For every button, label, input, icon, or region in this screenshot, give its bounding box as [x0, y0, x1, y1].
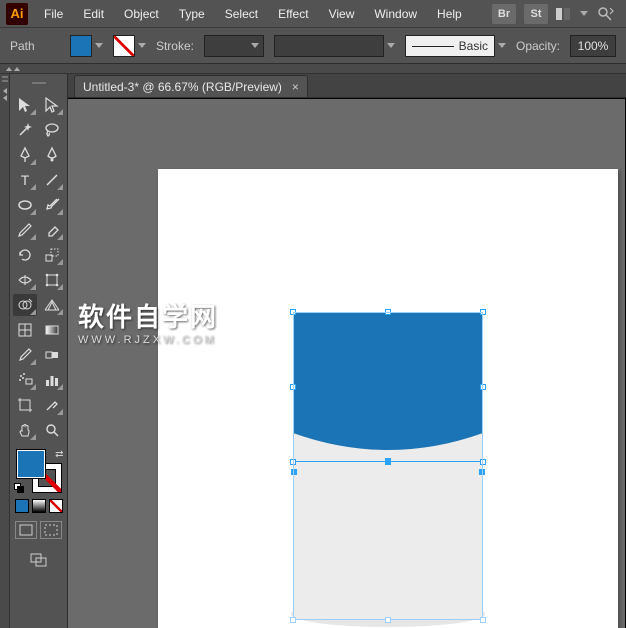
line-segment-tool[interactable]	[40, 169, 64, 191]
selection-type-label: Path	[10, 39, 35, 53]
paintbrush-tool[interactable]	[40, 194, 64, 216]
brush-definition[interactable]: Basic	[405, 35, 506, 57]
menu-select[interactable]: Select	[215, 3, 268, 25]
pen-tool[interactable]	[13, 144, 37, 166]
menu-object[interactable]: Object	[114, 3, 169, 25]
stock-badge[interactable]: St	[524, 4, 548, 24]
magic-wand-tool[interactable]	[13, 119, 37, 141]
tools-panel: T ⇄	[10, 74, 68, 628]
eraser-tool[interactable]	[40, 219, 64, 241]
selection-tool[interactable]	[13, 94, 37, 116]
blue-shape[interactable]	[293, 312, 483, 462]
artboard	[158, 169, 618, 628]
free-transform-tool[interactable]	[40, 269, 64, 291]
fill-stroke-indicator[interactable]: ⇄	[14, 449, 64, 493]
ellipse-tool[interactable]	[13, 194, 37, 216]
type-tool[interactable]: T	[13, 169, 37, 191]
search-icon[interactable]	[596, 5, 614, 23]
tools-panel-grip[interactable]	[14, 82, 63, 90]
document-area: Untitled-3* @ 66.67% (RGB/Preview) ×	[68, 74, 626, 628]
variable-width-profile[interactable]	[274, 35, 395, 57]
stroke-weight-field[interactable]	[204, 35, 264, 57]
direct-selection-tool[interactable]	[40, 94, 64, 116]
fill-swatch[interactable]	[70, 35, 103, 57]
symbol-sprayer-tool[interactable]	[13, 369, 37, 391]
bridge-badge[interactable]: Br	[492, 4, 516, 24]
draw-mode-behind[interactable]	[40, 521, 62, 539]
svg-text:T: T	[21, 172, 30, 188]
pencil-tool[interactable]	[13, 219, 37, 241]
swap-fill-stroke-icon[interactable]: ⇄	[55, 449, 63, 460]
shape-builder-tool[interactable]	[13, 294, 37, 316]
hand-tool[interactable]	[13, 419, 37, 441]
fill-color-swatch[interactable]	[16, 449, 46, 479]
lasso-tool[interactable]	[40, 119, 64, 141]
menu-window[interactable]: Window	[364, 3, 427, 25]
menu-file[interactable]: File	[34, 3, 73, 25]
opacity-label: Opacity:	[516, 39, 560, 53]
opacity-field[interactable]: 100%	[570, 35, 616, 57]
gradient-tool[interactable]	[40, 319, 64, 341]
scale-tool[interactable]	[40, 244, 64, 266]
close-tab-icon[interactable]: ×	[292, 80, 299, 94]
menu-effect[interactable]: Effect	[268, 3, 318, 25]
app-logo-icon: Ai	[6, 3, 28, 25]
rotate-tool[interactable]	[13, 244, 37, 266]
column-graph-tool[interactable]	[40, 369, 64, 391]
menu-bar: Ai File Edit Object Type Select Effect V…	[0, 0, 626, 28]
artboard-tool[interactable]	[13, 394, 37, 416]
arrange-documents-icon[interactable]	[556, 8, 570, 20]
main-area: T ⇄	[0, 74, 626, 628]
default-fill-stroke-icon[interactable]	[14, 483, 24, 493]
canvas[interactable]: 软件自学网 WWW.RJZXW.COM	[68, 98, 626, 628]
document-tab[interactable]: Untitled-3* @ 66.67% (RGB/Preview) ×	[74, 75, 308, 97]
blend-tool[interactable]	[40, 344, 64, 366]
stroke-swatch[interactable]	[113, 35, 146, 57]
panel-dock-collapse[interactable]	[0, 64, 626, 74]
menu-view[interactable]: View	[319, 3, 365, 25]
brush-name: Basic	[459, 39, 488, 53]
stroke-label: Stroke:	[156, 39, 194, 53]
color-mode-gradient[interactable]	[32, 499, 46, 513]
document-tab-title: Untitled-3* @ 66.67% (RGB/Preview)	[83, 80, 282, 94]
menu-help[interactable]: Help	[427, 3, 472, 25]
color-mode-solid[interactable]	[15, 499, 29, 513]
tools-dock-strip[interactable]	[0, 74, 10, 628]
zoom-tool[interactable]	[40, 419, 64, 441]
eyedropper-tool[interactable]	[13, 344, 37, 366]
perspective-grid-tool[interactable]	[40, 294, 64, 316]
document-tab-bar: Untitled-3* @ 66.67% (RGB/Preview) ×	[68, 74, 626, 98]
screen-mode-button[interactable]	[28, 549, 50, 571]
width-tool[interactable]	[13, 269, 37, 291]
control-bar: Path Stroke: Basic Opacity: 100%	[0, 28, 626, 64]
menu-type[interactable]: Type	[169, 3, 215, 25]
curvature-tool[interactable]	[40, 144, 64, 166]
mesh-tool[interactable]	[13, 319, 37, 341]
color-mode-none[interactable]	[49, 499, 63, 513]
menu-edit[interactable]: Edit	[73, 3, 114, 25]
slice-tool[interactable]	[40, 394, 64, 416]
draw-mode-normal[interactable]	[15, 521, 37, 539]
arrange-dropdown-icon[interactable]	[580, 11, 588, 16]
